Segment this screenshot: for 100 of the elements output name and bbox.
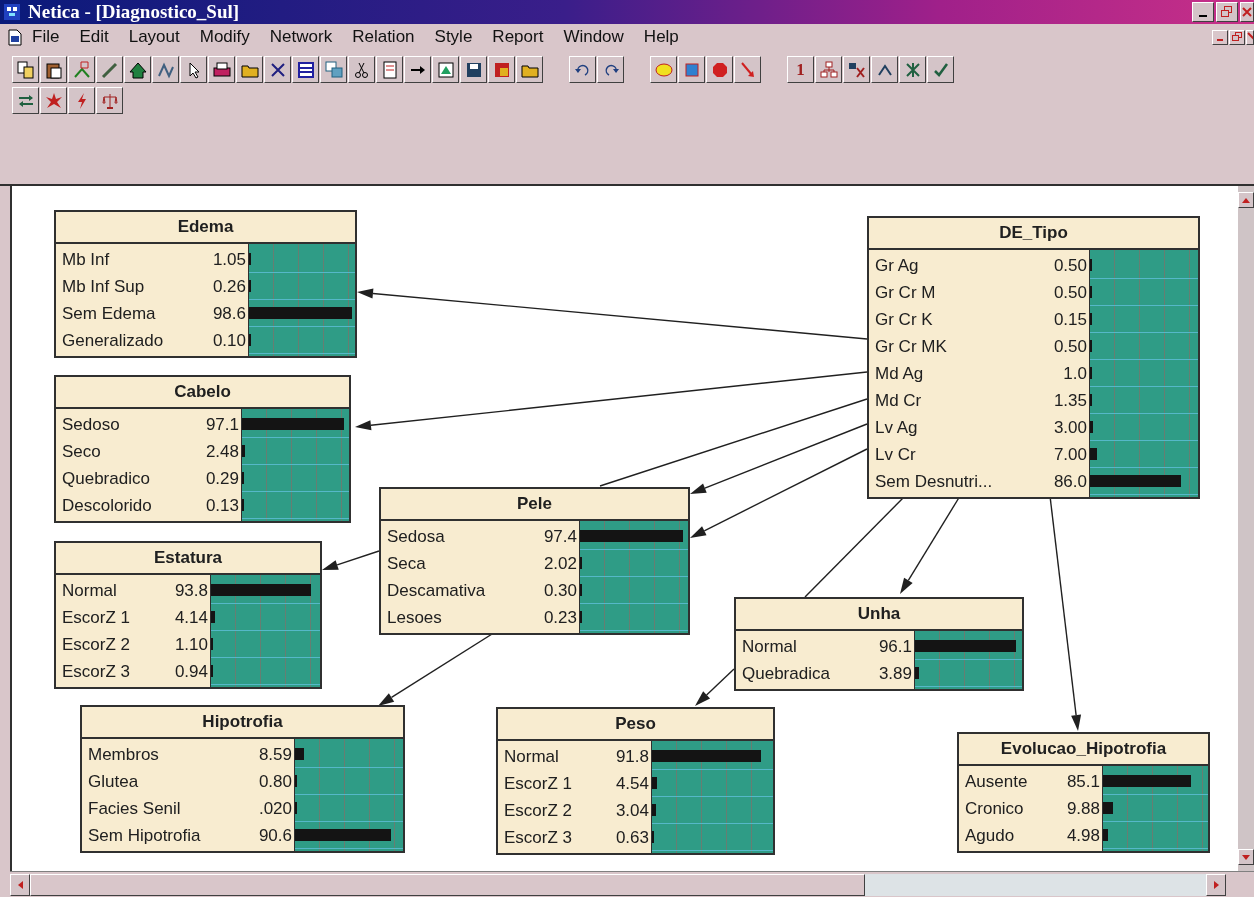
- arrow: [695, 668, 735, 706]
- network-node[interactable]: DE_Tipo Gr Ag 0.50 Gr Cr M 0.50 Gr Cr K 0.15 Gr Cr MK 0.50 Md Ag 1.0 Md Cr 1.35 Lv Ag 3.00 Lv Cr 7.00 Sem Desnutri... 86.0: [867, 216, 1200, 499]
- toolbar-button[interactable]: [96, 56, 123, 83]
- toolbar-button[interactable]: [432, 56, 459, 83]
- probability-value: 97.4: [543, 526, 577, 547]
- window-title: Netica - [Diagnostico_Sul]: [28, 1, 240, 23]
- menu-item[interactable]: Layout: [118, 27, 190, 47]
- scroll-left-button[interactable]: [10, 873, 30, 896]
- toolbar-button[interactable]: [569, 56, 596, 83]
- state-label: EscorZ 3: [504, 827, 573, 848]
- state-label: Sem Edema: [62, 303, 156, 324]
- document-icon[interactable]: [8, 28, 22, 46]
- minimize-button[interactable]: [1192, 2, 1214, 22]
- toolbar-button[interactable]: [404, 56, 431, 83]
- toolbar-button[interactable]: [180, 56, 207, 83]
- toolbar-button[interactable]: [899, 56, 926, 83]
- probability-value: 3.00: [1053, 417, 1087, 438]
- toolbar-button[interactable]: [927, 56, 954, 83]
- toolbar-button[interactable]: [124, 56, 151, 83]
- toolbar-button[interactable]: [597, 56, 624, 83]
- scroll-right-button[interactable]: [1206, 873, 1226, 896]
- toolbar-button[interactable]: [871, 56, 898, 83]
- menu-item[interactable]: Edit: [69, 27, 119, 47]
- menu-item[interactable]: Relation: [342, 27, 425, 47]
- toolbar-button[interactable]: [152, 56, 179, 83]
- state-label: Md Ag: [875, 363, 924, 384]
- toolbar-button[interactable]: [348, 56, 375, 83]
- toolbar-button[interactable]: [843, 56, 870, 83]
- toolbar-button[interactable]: [678, 56, 705, 83]
- scroll-up-button[interactable]: [1238, 192, 1254, 208]
- toolbar-button[interactable]: [236, 56, 263, 83]
- child-restore-button[interactable]: [1229, 29, 1245, 45]
- windows-icon: [323, 59, 344, 80]
- state-label: Mb Inf: [62, 249, 110, 270]
- menu-item[interactable]: Style: [424, 27, 483, 47]
- probability-value: 0.80: [258, 771, 292, 792]
- minimize-icon: [1217, 39, 1223, 41]
- network-node[interactable]: Edema Mb Inf 1.05 Mb Inf Sup 0.26 Sem Edema 98.6 Generalizado 0.10: [54, 210, 357, 358]
- toolbar-button[interactable]: [706, 56, 733, 83]
- restore-icon: [1232, 32, 1242, 42]
- toolbar-button[interactable]: [96, 87, 123, 114]
- network-node[interactable]: Peso Normal 91.8 EscorZ 1 4.54 EscorZ 2 3.04 EscorZ 3 0.63: [496, 707, 775, 855]
- menu-item[interactable]: Window: [553, 27, 634, 47]
- toolbar-button[interactable]: [68, 87, 95, 114]
- arrow: [322, 550, 380, 570]
- state-label: Mb Inf Sup: [62, 276, 145, 297]
- probability-value: 0.29: [205, 468, 239, 489]
- toolbar-button[interactable]: [208, 56, 235, 83]
- toolbar-button[interactable]: [40, 56, 67, 83]
- toolbar-button[interactable]: [12, 56, 39, 83]
- menu-item[interactable]: Help: [633, 27, 689, 47]
- toolbar-button[interactable]: [68, 56, 95, 83]
- state-label: Normal: [62, 580, 117, 601]
- probability-value: 90.6: [258, 825, 292, 846]
- state-label: Ausente: [965, 771, 1028, 792]
- menu-item[interactable]: File: [22, 27, 70, 47]
- close-button[interactable]: [1240, 2, 1254, 22]
- network-node[interactable]: Cabelo Sedoso 97.1 Seco 2.48 Quebradico 0.29 Descolorido 0.13: [54, 375, 351, 523]
- toolbar-button[interactable]: [460, 56, 487, 83]
- toolbar-button[interactable]: [40, 87, 67, 114]
- probability-value: 93.8: [174, 580, 208, 601]
- toolbar-button[interactable]: [264, 56, 291, 83]
- state-label: EscorZ 2: [504, 800, 573, 821]
- toolbar-button[interactable]: [734, 56, 761, 83]
- scroll-down-button[interactable]: [1238, 849, 1254, 865]
- toolbar-button[interactable]: [376, 56, 403, 83]
- network-node[interactable]: Evolucao_Hipotrofia Ausente 85.1 Cronico 9.88 Agudo 4.98: [957, 732, 1210, 853]
- state-label: Md Cr: [875, 390, 922, 411]
- toolbar-button[interactable]: [292, 56, 319, 83]
- toolbar-button[interactable]: [12, 87, 39, 114]
- toolbar-button[interactable]: [650, 56, 677, 83]
- menu-item[interactable]: Network: [259, 27, 343, 47]
- toolbar-button[interactable]: [488, 56, 515, 83]
- toolbar-button[interactable]: [815, 56, 842, 83]
- state-label: Seco: [62, 441, 101, 462]
- menu-item[interactable]: Modify: [189, 27, 260, 47]
- vertical-scrollbar[interactable]: [1238, 186, 1254, 871]
- probability-value: 97.1: [205, 414, 239, 435]
- toolbar-button[interactable]: 1: [787, 56, 814, 83]
- network-node[interactable]: Pele Sedosa 97.4 Seca 2.02 Descamativa 0.30 Lesoes 0.23: [379, 487, 690, 635]
- network-node[interactable]: Estatura Normal 93.8 EscorZ 1 4.14 EscorZ 2 1.10 EscorZ 3 0.94: [54, 541, 322, 689]
- toolbar-button[interactable]: [516, 56, 543, 83]
- child-minimize-button[interactable]: [1212, 29, 1228, 45]
- copy-icon: [15, 59, 36, 80]
- sheet-icon: [435, 59, 456, 80]
- probability-value: 0.30: [543, 580, 577, 601]
- child-close-button[interactable]: [1246, 29, 1254, 45]
- toolbar-button[interactable]: [320, 56, 347, 83]
- close-icon: [1241, 6, 1253, 18]
- state-label: EscorZ 1: [62, 607, 131, 628]
- probability-value: 0.26: [212, 276, 246, 297]
- app-icon[interactable]: [4, 4, 20, 20]
- menu-item[interactable]: Report: [482, 27, 554, 47]
- probability-value: 4.14: [174, 607, 208, 628]
- probability-value: 0.10: [212, 330, 246, 351]
- restore-button[interactable]: [1216, 2, 1238, 22]
- network-node[interactable]: Hipotrofia Membros 8.59 Glutea 0.80 Facies Senil .020 Sem Hipotrofia 90.6: [80, 705, 405, 853]
- minimize-icon: [1199, 15, 1207, 17]
- scrollbar-thumb[interactable]: [30, 873, 865, 896]
- network-node[interactable]: Unha Normal 96.1 Quebradica 3.89: [734, 597, 1024, 691]
